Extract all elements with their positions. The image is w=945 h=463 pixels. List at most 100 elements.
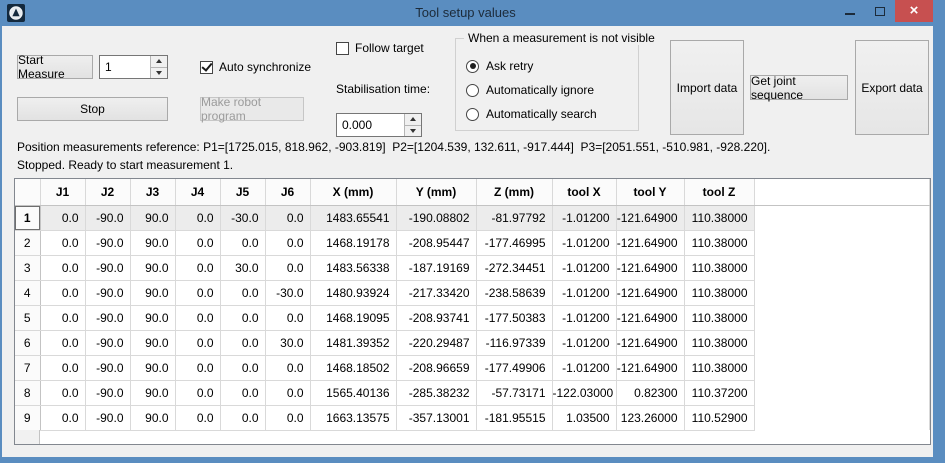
row-header-cell[interactable]: 7: [15, 355, 40, 380]
grid-cell[interactable]: -122.03000: [552, 380, 616, 405]
row-header-cell[interactable]: 5: [15, 305, 40, 330]
column-header[interactable]: J3: [130, 179, 175, 205]
grid-cell[interactable]: 0.0: [175, 305, 220, 330]
grid-cell[interactable]: 0.0: [265, 405, 310, 430]
corner-header-cell[interactable]: [15, 179, 40, 205]
grid-cell[interactable]: -285.38232: [396, 380, 476, 405]
grid-cell[interactable]: 1468.19095: [310, 305, 396, 330]
import-data-button[interactable]: Import data: [670, 40, 744, 135]
grid-cell[interactable]: 0.0: [220, 330, 265, 355]
grid-cell[interactable]: 0.0: [175, 380, 220, 405]
grid-cell[interactable]: -1.01200: [552, 255, 616, 280]
column-header[interactable]: tool Y: [616, 179, 684, 205]
grid-cell[interactable]: 0.0: [40, 230, 85, 255]
grid-cell[interactable]: 1468.19178: [310, 230, 396, 255]
grid-cell[interactable]: 0.0: [40, 405, 85, 430]
grid-cell[interactable]: 1565.40136: [310, 380, 396, 405]
row-header-cell[interactable]: 6: [15, 330, 40, 355]
grid-cell[interactable]: 30.0: [265, 330, 310, 355]
grid-cell[interactable]: 0.0: [220, 405, 265, 430]
grid-cell[interactable]: 110.38000: [684, 330, 754, 355]
grid-cell[interactable]: -181.95515: [476, 405, 552, 430]
grid-cell[interactable]: 0.0: [175, 330, 220, 355]
grid-cell[interactable]: -121.64900: [616, 205, 684, 230]
grid-cell[interactable]: -90.0: [85, 405, 130, 430]
grid-cell[interactable]: -177.49906: [476, 355, 552, 380]
column-header[interactable]: J1: [40, 179, 85, 205]
grid-cell[interactable]: 123.26000: [616, 405, 684, 430]
visibility-option[interactable]: Ask retry: [466, 59, 597, 73]
grid-cell[interactable]: 0.0: [265, 355, 310, 380]
grid-cell[interactable]: 1663.13575: [310, 405, 396, 430]
grid-cell[interactable]: 0.0: [265, 205, 310, 230]
grid-cell[interactable]: -208.93741: [396, 305, 476, 330]
grid-cell[interactable]: 0.0: [175, 205, 220, 230]
stabilisation-time-spinner[interactable]: [336, 113, 422, 137]
grid-cell[interactable]: 0.0: [175, 255, 220, 280]
grid-cell[interactable]: -177.46995: [476, 230, 552, 255]
grid-cell[interactable]: -121.64900: [616, 230, 684, 255]
grid-cell[interactable]: 0.0: [265, 255, 310, 280]
grid-cell[interactable]: 30.0: [220, 255, 265, 280]
grid-cell[interactable]: 0.0: [40, 280, 85, 305]
grid-cell[interactable]: 90.0: [130, 330, 175, 355]
grid-cell[interactable]: -1.01200: [552, 305, 616, 330]
grid-cell[interactable]: 1.03500: [552, 405, 616, 430]
grid-cell[interactable]: -220.29487: [396, 330, 476, 355]
maximize-button[interactable]: [865, 0, 895, 22]
grid-cell[interactable]: -90.0: [85, 355, 130, 380]
grid-cell[interactable]: 1483.65541: [310, 205, 396, 230]
column-header[interactable]: Z (mm): [476, 179, 552, 205]
row-header-cell[interactable]: 1: [15, 205, 40, 230]
grid-cell[interactable]: 1483.56338: [310, 255, 396, 280]
grid-cell[interactable]: 0.0: [265, 380, 310, 405]
close-button[interactable]: ×: [895, 0, 933, 22]
row-header-cell[interactable]: 3: [15, 255, 40, 280]
stop-button[interactable]: Stop: [17, 97, 168, 121]
grid-cell[interactable]: 0.0: [40, 255, 85, 280]
grid-cell[interactable]: -90.0: [85, 305, 130, 330]
grid-cell[interactable]: -217.33420: [396, 280, 476, 305]
row-header-cell[interactable]: 9: [15, 405, 40, 430]
titlebar[interactable]: Tool setup values ×: [0, 0, 945, 26]
stabilisation-time-input[interactable]: [337, 114, 404, 136]
grid-cell[interactable]: -57.73171: [476, 380, 552, 405]
grid-cell[interactable]: 90.0: [130, 380, 175, 405]
grid-cell[interactable]: -30.0: [265, 280, 310, 305]
column-header[interactable]: J4: [175, 179, 220, 205]
grid-cell[interactable]: -90.0: [85, 230, 130, 255]
grid-cell[interactable]: 0.0: [40, 380, 85, 405]
grid-cell[interactable]: -357.13001: [396, 405, 476, 430]
grid-cell[interactable]: -1.01200: [552, 355, 616, 380]
grid-cell[interactable]: 0.0: [40, 305, 85, 330]
grid-cell[interactable]: 90.0: [130, 205, 175, 230]
grid-cell[interactable]: 1481.39352: [310, 330, 396, 355]
grid-cell[interactable]: -1.01200: [552, 230, 616, 255]
radio-button[interactable]: [466, 60, 479, 73]
grid-cell[interactable]: -90.0: [85, 330, 130, 355]
grid-cell[interactable]: -1.01200: [552, 330, 616, 355]
grid-cell[interactable]: 0.0: [175, 280, 220, 305]
grid-cell[interactable]: -190.08802: [396, 205, 476, 230]
grid-cell[interactable]: 0.0: [220, 355, 265, 380]
column-header[interactable]: X (mm): [310, 179, 396, 205]
column-header[interactable]: J2: [85, 179, 130, 205]
row-header-cell[interactable]: 2: [15, 230, 40, 255]
grid-cell[interactable]: -121.64900: [616, 305, 684, 330]
grid-cell[interactable]: 110.38000: [684, 205, 754, 230]
grid-cell[interactable]: 0.82300: [616, 380, 684, 405]
grid-cell[interactable]: 0.0: [40, 205, 85, 230]
grid-cell[interactable]: 0.0: [220, 230, 265, 255]
grid-cell[interactable]: 110.38000: [684, 355, 754, 380]
grid-cell[interactable]: -121.64900: [616, 255, 684, 280]
grid-cell[interactable]: -90.0: [85, 280, 130, 305]
grid-cell[interactable]: -90.0: [85, 255, 130, 280]
export-data-button[interactable]: Export data: [855, 40, 929, 135]
stabilisation-spin-down-button[interactable]: [405, 126, 421, 137]
visibility-option[interactable]: Automatically search: [466, 107, 597, 121]
grid-cell[interactable]: 0.0: [220, 305, 265, 330]
grid-cell[interactable]: 110.38000: [684, 305, 754, 330]
grid-cell[interactable]: -116.97339: [476, 330, 552, 355]
grid-cell[interactable]: -121.64900: [616, 355, 684, 380]
row-header-cell[interactable]: 8: [15, 380, 40, 405]
